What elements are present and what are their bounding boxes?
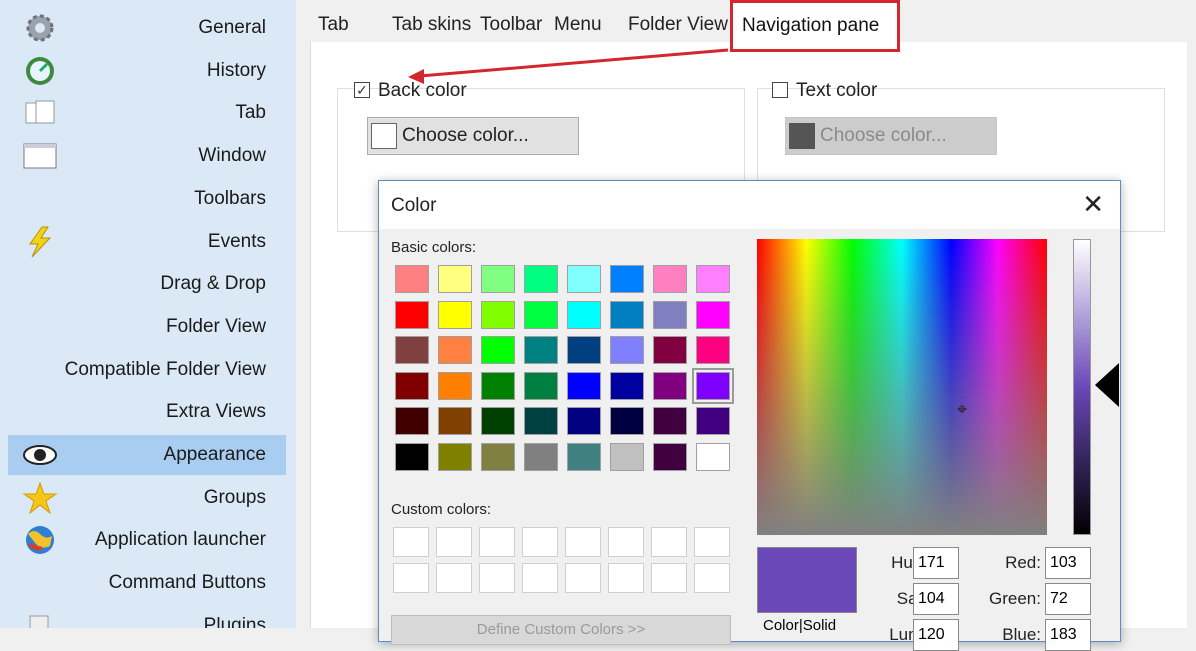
basic-color-swatch[interactable] [481,300,515,329]
basic-color-swatch[interactable] [438,442,472,471]
custom-color-swatch[interactable] [694,563,730,593]
basic-color-swatch[interactable] [653,407,687,435]
custom-color-swatch[interactable] [436,563,472,593]
basic-color-swatch[interactable] [438,336,472,364]
custom-color-swatch[interactable] [393,527,429,557]
color-solid-label: Color|Solid [763,617,837,634]
basic-color-swatch[interactable] [610,442,644,471]
dialog-title: Color [391,195,437,216]
basic-color-swatch[interactable] [610,265,644,293]
basic-color-swatch[interactable] [567,300,601,329]
color-spectrum[interactable] [757,239,1047,535]
basic-color-swatch[interactable] [481,265,515,293]
blue-label: Blue: [1002,625,1041,644]
basic-color-swatch[interactable] [567,371,601,400]
color-dialog: Color ✕ Basic colors: Custom colors: Def… [378,180,1121,651]
basic-color-swatch[interactable] [653,265,687,293]
custom-color-swatch[interactable] [608,563,644,593]
basic-color-swatch[interactable] [481,336,515,364]
basic-color-swatch[interactable] [524,407,558,435]
basic-color-swatch[interactable] [696,265,730,293]
basic-color-swatch[interactable] [481,371,515,400]
basic-color-swatch[interactable] [395,371,429,400]
basic-color-swatch[interactable] [696,300,730,329]
custom-color-swatch[interactable] [479,563,515,593]
basic-color-swatch[interactable] [438,407,472,435]
basic-color-swatch[interactable] [438,300,472,329]
basic-colors-label: Basic colors: [391,239,477,256]
custom-color-swatch[interactable] [651,563,687,593]
basic-color-swatch[interactable] [395,407,429,435]
lum-field[interactable] [913,619,959,651]
basic-color-swatch[interactable] [481,407,515,435]
basic-color-swatch[interactable] [567,407,601,435]
custom-color-swatch[interactable] [436,527,472,557]
luminance-slider[interactable] [1073,239,1091,535]
hue-field[interactable] [913,547,959,579]
custom-color-swatch[interactable] [694,527,730,557]
custom-color-swatch[interactable] [651,527,687,557]
basic-color-swatch[interactable] [481,442,515,471]
basic-color-swatch[interactable] [653,442,687,471]
define-custom-colors-button[interactable]: Define Custom Colors >> [391,615,731,645]
basic-color-swatch[interactable] [524,442,558,471]
custom-color-swatch[interactable] [608,527,644,557]
basic-color-swatch[interactable] [696,442,730,471]
basic-color-swatch[interactable] [438,265,472,293]
basic-color-swatch[interactable] [438,371,472,400]
close-icon[interactable]: ✕ [1082,189,1104,220]
blue-field[interactable] [1045,619,1091,651]
sat-field[interactable] [913,583,959,615]
basic-color-swatch[interactable] [395,300,429,329]
custom-color-swatch[interactable] [522,563,558,593]
custom-colors-label: Custom colors: [391,501,492,518]
basic-color-swatch[interactable] [653,336,687,364]
custom-color-swatch[interactable] [565,563,601,593]
color-preview [757,547,857,613]
custom-color-swatch[interactable] [393,563,429,593]
basic-color-swatch[interactable] [567,336,601,364]
basic-color-swatch[interactable] [610,371,644,400]
custom-color-swatch[interactable] [522,527,558,557]
basic-color-swatch[interactable] [696,407,730,435]
red-field[interactable] [1045,547,1091,579]
basic-color-swatch[interactable] [653,300,687,329]
basic-color-swatch[interactable] [524,265,558,293]
custom-color-swatch[interactable] [565,527,601,557]
basic-color-swatch[interactable] [692,367,734,404]
basic-color-swatch[interactable] [395,265,429,293]
basic-color-swatch[interactable] [610,300,644,329]
custom-color-swatch[interactable] [479,527,515,557]
basic-color-swatch[interactable] [524,336,558,364]
basic-color-swatch[interactable] [567,265,601,293]
basic-color-swatch[interactable] [524,300,558,329]
red-label: Red: [1005,553,1041,572]
luminance-arrow-icon[interactable] [1095,363,1119,407]
dialog-body: Basic colors: Custom colors: Define Cust… [379,229,1120,651]
basic-color-swatch[interactable] [610,336,644,364]
basic-color-swatch[interactable] [524,371,558,400]
basic-color-swatch[interactable] [395,336,429,364]
green-label: Green: [989,589,1041,608]
basic-color-swatch[interactable] [567,442,601,471]
basic-color-swatch[interactable] [395,442,429,471]
crosshair-icon: ⌖ [957,399,968,419]
basic-color-swatch[interactable] [653,371,687,400]
basic-color-swatch[interactable] [696,336,730,364]
green-field[interactable] [1045,583,1091,615]
basic-color-swatch[interactable] [610,407,644,435]
